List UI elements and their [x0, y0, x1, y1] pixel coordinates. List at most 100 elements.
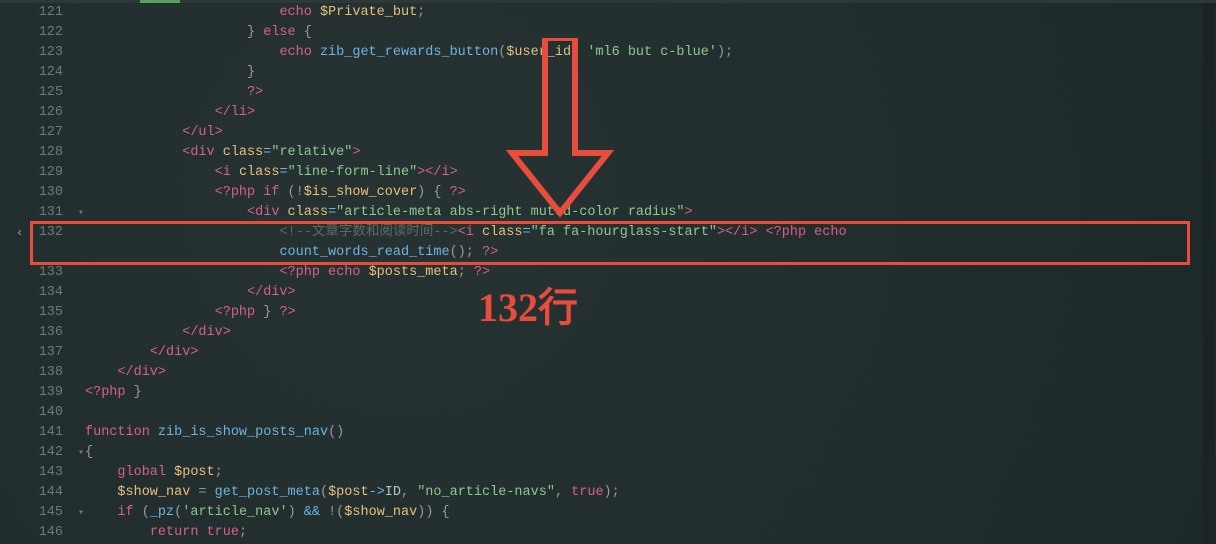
- line-number: 138: [0, 363, 63, 383]
- vertical-scrollbar[interactable]: [1203, 3, 1215, 544]
- token-tag: div: [255, 205, 287, 220]
- token-pun: (!: [288, 185, 304, 200]
- token-tag: </: [247, 285, 263, 300]
- code-line[interactable]: [85, 403, 1212, 423]
- line-number: 139: [0, 383, 63, 403]
- token-str: 'article_nav': [182, 505, 287, 520]
- token-var: class: [223, 145, 264, 160]
- code-line[interactable]: }: [85, 63, 1212, 83]
- token-tag: <: [458, 225, 466, 240]
- code-line[interactable]: </div>: [85, 363, 1212, 383]
- line-number-gutter[interactable]: 1211221231241251261271281291301311321331…: [0, 3, 75, 544]
- code-line[interactable]: } else {: [85, 23, 1212, 43]
- code-line[interactable]: function zib_is_show_posts_nav(): [85, 423, 1212, 443]
- token-key: php: [101, 385, 133, 400]
- token-tag: div: [198, 325, 222, 340]
- line-number: 136: [0, 323, 63, 343]
- token-var: $show_nav: [117, 485, 190, 500]
- line-number: 142: [0, 443, 63, 463]
- token-key: global: [117, 465, 174, 480]
- token-key: echo: [328, 265, 369, 280]
- line-number: 124: [0, 63, 63, 83]
- token-tag: <?: [85, 385, 101, 400]
- line-number: 144: [0, 483, 63, 503]
- code-line[interactable]: $show_nav = get_post_meta($post->ID, "no…: [85, 483, 1212, 503]
- token-tag: >: [215, 125, 223, 140]
- code-line[interactable]: ?>: [85, 83, 1212, 103]
- code-line[interactable]: echo zib_get_rewards_button($user_id, 'm…: [85, 43, 1212, 63]
- token-str: 'ml6 but c-blue': [587, 45, 717, 60]
- line-number: 131: [0, 203, 63, 223]
- token-fn: zib_get_rewards_button: [320, 45, 498, 60]
- code-line[interactable]: global $post;: [85, 463, 1212, 483]
- token-tag: >: [190, 345, 198, 360]
- token-var: $post: [328, 485, 369, 500]
- code-line[interactable]: </div>: [85, 283, 1212, 303]
- token-key: echo: [279, 45, 320, 60]
- token-var: $user_id: [506, 45, 571, 60]
- token-tag: <?: [766, 225, 782, 240]
- code-line[interactable]: echo $Private_but;: [85, 3, 1212, 23]
- token-str: "no_article-navs": [417, 485, 555, 500]
- line-number: 126: [0, 103, 63, 123]
- token-var: $posts_meta: [369, 265, 458, 280]
- line-number: [0, 243, 63, 263]
- token-pun: }: [263, 305, 279, 320]
- code-line[interactable]: <?php }: [85, 383, 1212, 403]
- token-pun: ) {: [417, 185, 449, 200]
- code-line[interactable]: count_words_read_time(); ?>: [85, 243, 1212, 263]
- token-pun: ,: [555, 485, 571, 500]
- token-op: =: [328, 205, 336, 220]
- code-line[interactable]: </ul>: [85, 123, 1212, 143]
- token-tag: >: [223, 325, 231, 340]
- code-line[interactable]: <?php } ?>: [85, 303, 1212, 323]
- code-line[interactable]: </div>: [85, 323, 1212, 343]
- code-editor[interactable]: 1211221231241251261271281291301311321331…: [0, 3, 1216, 544]
- token-str: "fa fa-hourglass-start": [531, 225, 717, 240]
- token-w: ID: [385, 485, 401, 500]
- code-area[interactable]: echo $Private_but; } else { echo zib_get…: [85, 3, 1212, 544]
- line-number: 125: [0, 83, 63, 103]
- line-number: 143: [0, 463, 63, 483]
- token-var: class: [288, 205, 329, 220]
- line-number: 137: [0, 343, 63, 363]
- code-line[interactable]: <div class="relative">: [85, 143, 1212, 163]
- code-line[interactable]: <div class="article-meta abs-right muted…: [85, 203, 1212, 223]
- token-pun: ,: [401, 485, 417, 500]
- code-line[interactable]: return true;: [85, 523, 1212, 543]
- token-tag: <: [215, 165, 223, 180]
- code-line[interactable]: </div>: [85, 343, 1212, 363]
- token-tag: </: [182, 325, 198, 340]
- code-line[interactable]: <?php echo $posts_meta; ?>: [85, 263, 1212, 283]
- token-tag: ?>: [247, 85, 263, 100]
- token-pun: ): [288, 505, 304, 520]
- fold-chevron-icon[interactable]: ▾: [78, 447, 88, 459]
- token-var: $post: [174, 465, 215, 480]
- fold-chevron-icon[interactable]: ▾: [78, 207, 88, 219]
- line-number: 130: [0, 183, 63, 203]
- code-line[interactable]: <i class="line-form-line"></i>: [85, 163, 1212, 183]
- line-number: 132: [0, 223, 63, 243]
- fold-chevron-icon[interactable]: ▾: [78, 507, 88, 519]
- token-pun: }: [247, 65, 255, 80]
- code-line[interactable]: </li>: [85, 103, 1212, 123]
- token-key: else: [263, 25, 295, 40]
- token-tag: >: [288, 285, 296, 300]
- token-tag: </: [215, 105, 231, 120]
- code-line[interactable]: if (_pz('article_nav') && !($show_nav)) …: [85, 503, 1212, 523]
- token-pun: }: [247, 25, 263, 40]
- token-op: &&: [304, 505, 320, 520]
- code-line[interactable]: {: [85, 443, 1212, 463]
- token-tag: ?>: [482, 245, 498, 260]
- token-op: ->: [369, 485, 385, 500]
- token-str: "relative": [271, 145, 352, 160]
- token-key: php: [782, 225, 814, 240]
- token-pun: !(: [320, 505, 344, 520]
- token-var: class: [239, 165, 280, 180]
- token-pun: }: [134, 385, 142, 400]
- code-line[interactable]: <!--文章字数和阅读时间--><i class="fa fa-hourglas…: [85, 223, 1212, 243]
- token-key: true: [571, 485, 603, 500]
- code-line[interactable]: <?php if (!$is_show_cover) { ?>: [85, 183, 1212, 203]
- token-var: $show_nav: [344, 505, 417, 520]
- token-cmt: <!--文章字数和阅读时间-->: [279, 225, 457, 240]
